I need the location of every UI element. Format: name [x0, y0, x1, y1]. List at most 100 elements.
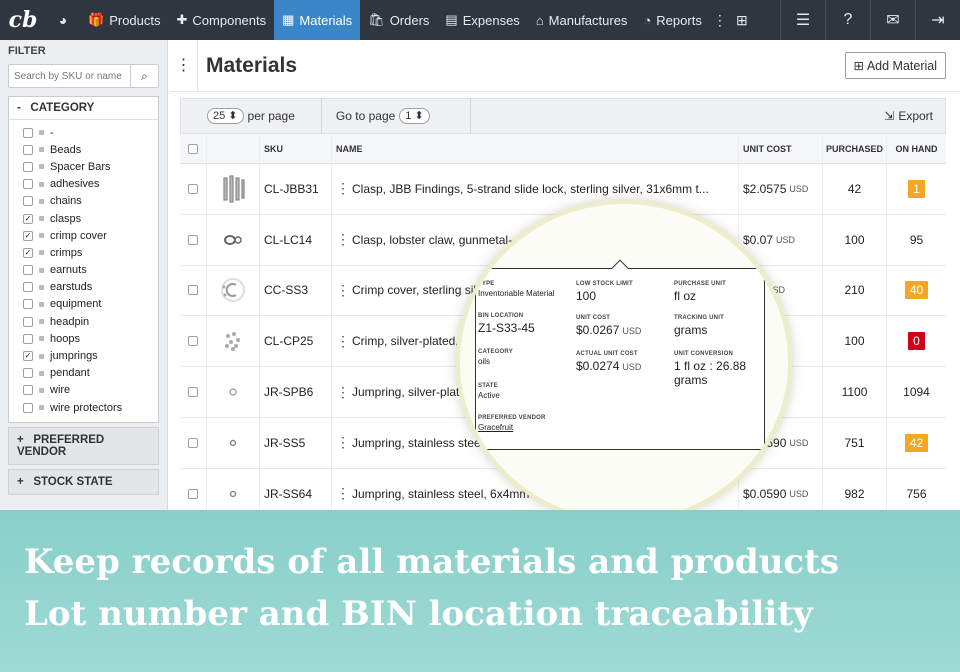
row-menu-icon[interactable]: ⋮ [336, 485, 350, 502]
row-checkbox[interactable] [188, 183, 198, 194]
logout-icon[interactable]: ⇥ [915, 0, 960, 40]
material-name-link[interactable]: Crimp, silver-plated, [352, 334, 459, 348]
material-thumbnail[interactable] [206, 316, 259, 367]
category-label: jumprings [50, 350, 98, 363]
on-hand-column-header[interactable]: ON HAND [886, 133, 946, 164]
material-thumbnail[interactable] [206, 265, 259, 316]
search-button[interactable]: ⌕ [131, 64, 159, 88]
row-menu-icon[interactable]: ⋮ [336, 333, 350, 350]
category-item[interactable]: Spacer Bars [23, 158, 158, 175]
gift-icon: 🎁 [88, 12, 105, 27]
category-item[interactable]: hoops [23, 330, 158, 347]
material-thumbnail[interactable] [206, 164, 259, 214]
row-checkbox[interactable] [188, 285, 198, 296]
nav-item-components[interactable]: ✚ Components [169, 0, 275, 40]
category-checkbox[interactable] [23, 385, 33, 396]
category-item[interactable]: pendant [23, 365, 158, 382]
tracking-unit-value: grams [674, 323, 708, 337]
material-name-link[interactable]: Clasp, JBB Findings, 5-strand slide lock… [352, 182, 709, 196]
more-menu-icon[interactable]: ⋮ [710, 0, 730, 40]
category-header[interactable]: - CATEGORY [9, 97, 158, 120]
goto-page-select[interactable]: 1 ⬍ [399, 108, 430, 124]
category-checkbox[interactable] [23, 161, 33, 172]
category-item[interactable]: ✓ clasps [23, 210, 158, 227]
category-checkbox[interactable] [23, 333, 33, 344]
row-menu-icon[interactable]: ⋮ [336, 434, 350, 451]
category-bullet [39, 353, 44, 359]
row-menu-icon[interactable]: ⋮ [336, 180, 350, 197]
category-checkbox[interactable] [23, 144, 33, 155]
category-checkbox[interactable] [23, 196, 33, 207]
nav-item-orders[interactable]: 🛍 Orders [360, 0, 437, 40]
category-checkbox[interactable] [23, 402, 33, 413]
category-item[interactable]: ✓ jumprings [23, 347, 158, 364]
nav-item-materials[interactable]: ▦ Materials [274, 0, 361, 40]
category-checkbox[interactable] [23, 127, 33, 138]
sku-column-header[interactable]: SKU [259, 133, 331, 164]
nav-item-reports[interactable]: ◔ Reports [635, 0, 709, 40]
category-item[interactable]: - [23, 124, 158, 141]
category-checkbox[interactable]: ✓ [23, 213, 33, 224]
help-icon[interactable]: ? [825, 0, 870, 40]
select-all-checkbox[interactable] [188, 143, 198, 154]
page-menu-icon[interactable]: ⋮ [170, 39, 198, 92]
preferred-vendor-filter[interactable]: + PREFERRED VENDOR [8, 427, 159, 466]
row-checkbox[interactable] [188, 336, 198, 347]
search-input[interactable] [8, 64, 131, 88]
category-item[interactable]: adhesives [23, 176, 158, 193]
category-item[interactable]: chains [23, 193, 158, 210]
category-item[interactable]: earnuts [23, 262, 158, 279]
row-checkbox[interactable] [188, 234, 198, 245]
purchased-column-header[interactable]: PURCHASED [822, 133, 886, 164]
category-checkbox[interactable] [23, 368, 33, 379]
row-menu-icon[interactable]: ⋮ [336, 231, 350, 248]
category-item[interactable]: ✓ crimps [23, 244, 158, 261]
material-thumbnail[interactable] [206, 367, 259, 417]
category-item[interactable]: Beads [23, 141, 158, 158]
category-filter: - CATEGORY - Beads Spacer Bars adhesives cha… [8, 96, 159, 424]
name-column-header[interactable]: NAME [331, 133, 738, 164]
unit-cost-column-header[interactable]: UNIT COST [738, 133, 822, 164]
category-item[interactable]: equipment [23, 296, 158, 313]
nav-item-manufactures[interactable]: ⌂ Manufactures [528, 0, 636, 40]
material-thumbnail[interactable] [206, 214, 259, 265]
material-name-link[interactable]: Clasp, lobster claw, gunmetal- [352, 233, 512, 247]
category-checkbox[interactable] [23, 282, 33, 293]
category-item[interactable]: earstuds [23, 279, 158, 296]
category-item[interactable]: wire [23, 382, 158, 399]
dashboard-icon[interactable]: ◕ [46, 0, 80, 40]
category-checkbox[interactable] [23, 179, 33, 190]
category-item[interactable]: ✓ crimp cover [23, 227, 158, 244]
material-name-link[interactable]: Jumpring, stainless steel, [352, 436, 487, 450]
app-logo[interactable]: cb [0, 0, 46, 40]
category-checkbox[interactable] [23, 299, 33, 310]
material-name-link[interactable]: Jumpring, silver-plate [352, 385, 466, 399]
settings-sliders-icon[interactable]: ☰ [780, 0, 825, 40]
material-thumbnail[interactable] [206, 417, 259, 468]
row-checkbox[interactable] [188, 387, 198, 398]
nav-item-expenses[interactable]: ▤ Expenses [437, 0, 527, 40]
category-label: wire protectors [50, 401, 123, 414]
export-button[interactable]: ⇲ Export [884, 109, 945, 123]
row-menu-icon[interactable]: ⋮ [336, 282, 350, 299]
material-name-link[interactable]: Jumpring, stainless steel, 6x4mm [352, 487, 529, 501]
per-page-select[interactable]: 25 ⬍ [207, 108, 244, 124]
add-icon[interactable]: ⊞ [730, 0, 754, 40]
material-name-link[interactable]: Crimp cover, sterling sil [352, 283, 476, 297]
category-checkbox[interactable]: ✓ [23, 230, 33, 241]
category-checkbox[interactable] [23, 316, 33, 327]
category-item[interactable]: headpin [23, 313, 158, 330]
nav-item-products[interactable]: 🎁 Products [80, 0, 169, 40]
chat-icon[interactable]: ✉ [870, 0, 915, 40]
table-row[interactable]: CL-JBB31 ⋮ Clasp, JBB Findings, 5-strand s… [180, 164, 946, 215]
preferred-vendor-link[interactable]: Gracefruit [478, 423, 546, 432]
category-item[interactable]: wire protectors [23, 399, 158, 416]
row-menu-icon[interactable]: ⋮ [336, 384, 350, 401]
category-checkbox[interactable]: ✓ [23, 351, 33, 362]
add-material-button[interactable]: ⊞ Add Material [844, 52, 946, 79]
category-checkbox[interactable]: ✓ [23, 247, 33, 258]
row-checkbox[interactable] [188, 488, 198, 499]
row-checkbox[interactable] [188, 437, 198, 448]
category-checkbox[interactable] [23, 265, 33, 276]
stock-state-filter[interactable]: + STOCK STATE [8, 469, 159, 496]
